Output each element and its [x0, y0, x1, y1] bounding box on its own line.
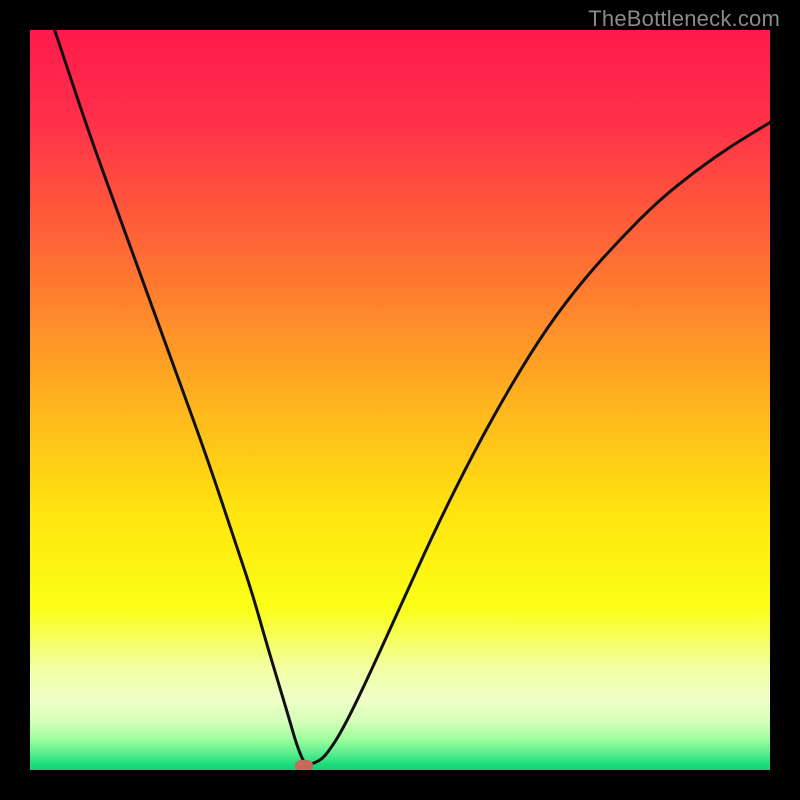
plot-area	[30, 30, 770, 770]
curve-layer	[30, 30, 770, 770]
minimum-marker	[295, 760, 313, 770]
watermark-text: TheBottleneck.com	[588, 6, 780, 32]
bottleneck-curve	[30, 30, 770, 764]
chart-frame: TheBottleneck.com	[0, 0, 800, 800]
